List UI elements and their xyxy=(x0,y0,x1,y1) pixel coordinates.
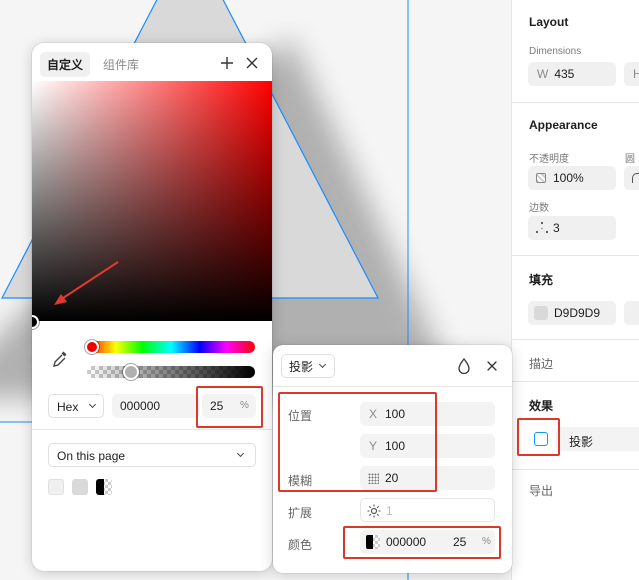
shadow-color-alpha: 25 xyxy=(453,535,467,549)
stroke-title[interactable]: 描边 xyxy=(529,355,553,372)
alpha-unit: % xyxy=(240,400,249,411)
picker-tabs: 自定义 组件库 xyxy=(40,52,146,77)
plus-icon[interactable] xyxy=(219,55,235,71)
library-select-label: On this page xyxy=(57,449,126,463)
drop-shadow-popover: 投影 位置 X 100 Y 100 模糊 20 扩展 1 颜色 000000 2… xyxy=(273,345,512,573)
width-value: 435 xyxy=(554,67,575,81)
shadow-color-field[interactable]: 000000 25 % xyxy=(360,530,495,554)
spread-icon xyxy=(367,504,381,518)
fill-color-field[interactable]: D9D9D9 xyxy=(528,301,616,325)
effects-title: 效果 xyxy=(529,399,554,413)
close-icon[interactable] xyxy=(244,55,260,71)
sides-label: 边数 xyxy=(529,203,549,214)
effects-section: 效果 投影 xyxy=(512,382,639,470)
shadow-color-hex: 000000 xyxy=(386,535,427,549)
fill-swatch[interactable] xyxy=(534,306,548,320)
swatch-black-translucent[interactable] xyxy=(96,479,112,495)
spread-value: 1 xyxy=(386,504,393,518)
effect-visibility-checkbox[interactable] xyxy=(534,432,548,446)
export-title[interactable]: 导出 xyxy=(529,482,553,499)
properties-panel: Layout Dimensions W 435 H Appearance 不透明度… xyxy=(511,0,639,580)
hue-slider[interactable] xyxy=(87,341,255,353)
tab-library[interactable]: 组件库 xyxy=(96,52,146,77)
x-prefix: X xyxy=(369,407,378,421)
opacity-icon xyxy=(536,173,546,183)
blur-value: 20 xyxy=(385,471,399,485)
export-section: 导出 xyxy=(512,470,639,512)
y-value: 100 xyxy=(385,439,406,453)
tab-custom[interactable]: 自定义 xyxy=(40,52,91,77)
shadow-y-field[interactable]: Y 100 xyxy=(360,434,495,458)
annotation-arrow xyxy=(54,261,119,305)
layout-title: Layout xyxy=(529,15,569,29)
x-value: 100 xyxy=(385,407,406,421)
sides-field[interactable]: 3 xyxy=(528,216,616,240)
shadow-divider xyxy=(273,386,512,387)
shadow-color-swatch[interactable] xyxy=(366,535,380,549)
alpha-handle[interactable] xyxy=(123,364,139,380)
hex-input[interactable]: 000000 xyxy=(112,394,200,418)
width-field[interactable]: W 435 xyxy=(528,62,616,86)
shadow-spread-field[interactable]: 1 xyxy=(360,498,495,522)
position-label: 位置 xyxy=(288,409,313,423)
alpha-slider[interactable] xyxy=(87,366,255,378)
color-label: 颜色 xyxy=(288,538,313,552)
dimensions-label: Dimensions xyxy=(529,46,582,57)
opacity-field[interactable]: 100% xyxy=(528,166,616,190)
fill-section: 填充 D9D9D9 xyxy=(512,256,639,340)
height-field[interactable]: H xyxy=(624,62,639,86)
opacity-value: 100% xyxy=(553,171,584,185)
blur-icon xyxy=(368,473,379,484)
appearance-title: Appearance xyxy=(529,118,598,132)
effect-type-label: 投影 xyxy=(289,360,314,374)
spread-label: 扩展 xyxy=(288,506,313,520)
alpha-input[interactable]: 25 % xyxy=(202,394,256,418)
corner-radius-icon xyxy=(632,173,639,183)
shadow-x-field[interactable]: X 100 xyxy=(360,402,495,426)
stroke-section: 描边 xyxy=(512,340,639,382)
effect-type-select[interactable]: 投影 xyxy=(281,354,335,378)
fill-opacity-field[interactable] xyxy=(624,301,639,325)
effect-name: 投影 xyxy=(569,435,594,449)
color-picker-popover: 自定义 组件库 Hex 000000 25 % On this page xyxy=(32,43,272,571)
polygon-sides-icon xyxy=(535,221,549,234)
radius-field[interactable] xyxy=(624,166,639,190)
swatch-grey[interactable] xyxy=(72,479,88,495)
effect-row[interactable]: 投影 xyxy=(556,427,639,451)
droplet-icon[interactable] xyxy=(457,358,471,374)
library-select[interactable]: On this page xyxy=(48,443,256,467)
chevron-down-icon xyxy=(236,449,245,458)
fill-title: 填充 xyxy=(529,273,554,287)
width-prefix: W xyxy=(537,67,549,81)
fill-hex-value: D9D9D9 xyxy=(554,306,601,320)
y-prefix: Y xyxy=(369,439,378,453)
sides-value: 3 xyxy=(553,221,560,235)
hue-handle[interactable] xyxy=(85,340,99,354)
blur-label: 模糊 xyxy=(288,474,313,488)
color-format-label: Hex xyxy=(57,400,79,414)
shadow-blur-field[interactable]: 20 xyxy=(360,466,495,490)
color-format-select[interactable]: Hex xyxy=(48,394,104,418)
appearance-section: Appearance 不透明度 圆角 100% 边数 3 xyxy=(512,103,639,256)
shadow-color-unit: % xyxy=(482,536,491,547)
eyedropper-icon[interactable] xyxy=(52,350,68,368)
layout-section: Layout Dimensions W 435 H xyxy=(512,0,639,103)
swatch-light-grey[interactable] xyxy=(48,479,64,495)
opacity-label: 不透明度 xyxy=(529,154,569,165)
alpha-value: 25 xyxy=(210,399,224,413)
hex-value: 000000 xyxy=(120,399,161,413)
height-prefix: H xyxy=(633,67,639,81)
chevron-down-icon xyxy=(318,360,327,369)
picker-divider xyxy=(32,429,272,430)
chevron-down-icon xyxy=(88,400,97,409)
close-icon[interactable] xyxy=(485,359,499,373)
